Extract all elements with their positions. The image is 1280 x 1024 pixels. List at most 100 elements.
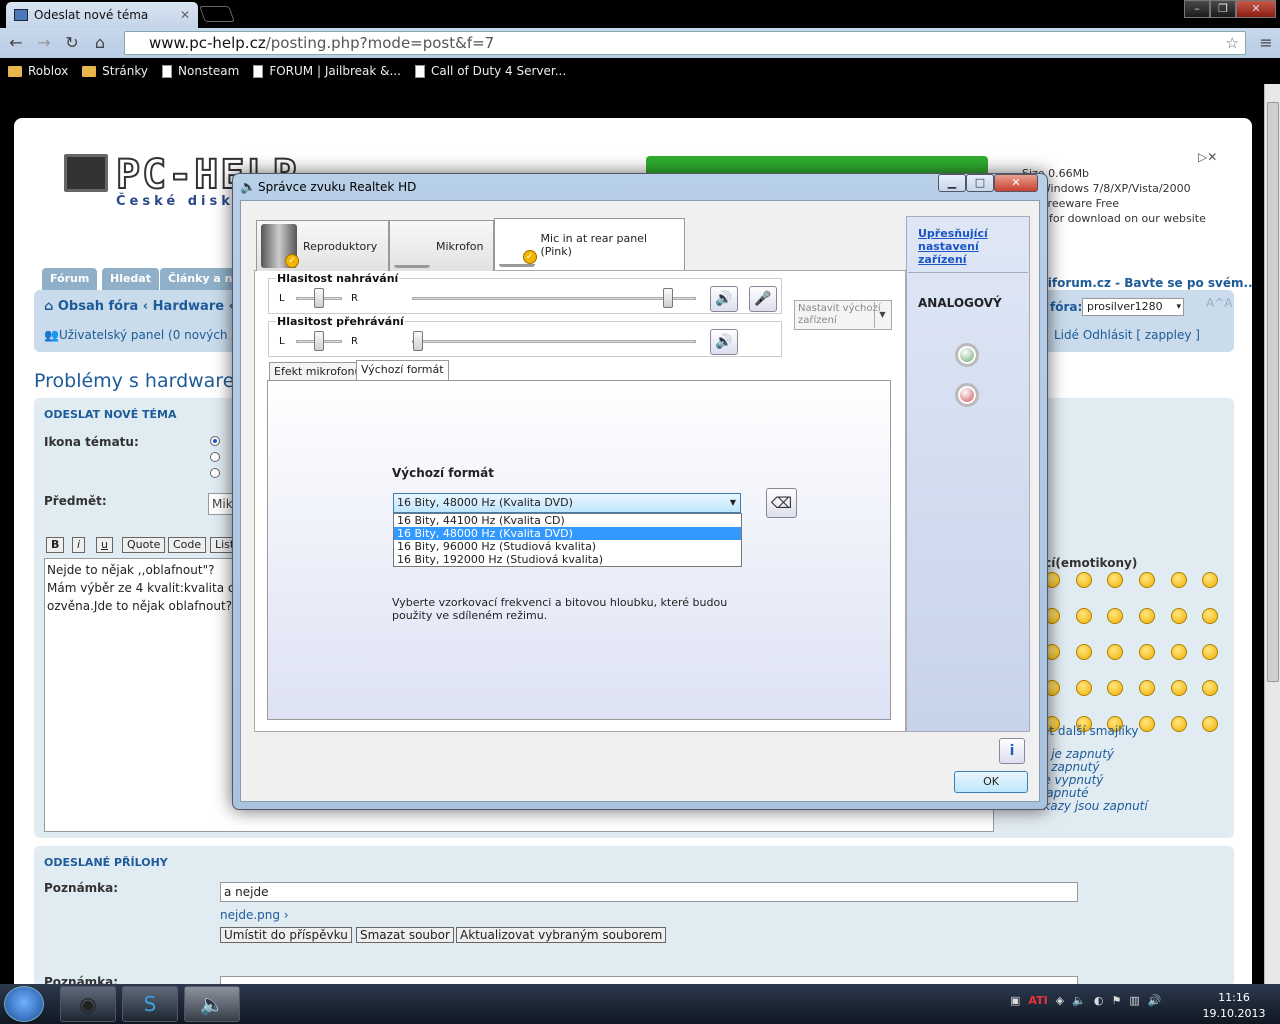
bookmark-cod4[interactable]: Call of Duty 4 Server... (414, 64, 566, 78)
pink-jack-icon[interactable] (955, 383, 979, 407)
topic-icon-radio[interactable] (210, 468, 220, 478)
recording-volume-slider[interactable] (663, 288, 673, 308)
smiley-icon[interactable] (1075, 608, 1092, 624)
underline-button[interactable]: u (96, 537, 113, 553)
smiley-icon[interactable] (1170, 680, 1187, 696)
mic-boost-icon[interactable]: 🎤 (749, 286, 777, 312)
skype-icon[interactable]: S (122, 986, 178, 1022)
format-option[interactable]: 16 Bity, 48000 Hz (Kvalita DVD) (394, 527, 741, 540)
italic-button[interactable]: i (72, 537, 86, 553)
bookmark-jailbreak[interactable]: FORUM | Jailbreak &... (253, 64, 401, 78)
tray-icon[interactable]: ◐ (1094, 994, 1104, 1007)
smiley-icon[interactable] (1202, 572, 1219, 588)
balance-slider[interactable] (314, 288, 324, 308)
set-default-device-dropdown[interactable]: Nastavit výchozí zařízení ▼ (794, 300, 892, 330)
bookmark-nonsteam[interactable]: Nonsteam (162, 64, 239, 78)
forward-icon[interactable]: → (34, 33, 54, 53)
note-input[interactable]: a nejde (220, 882, 1078, 902)
format-select[interactable]: 16 Bity, 48000 Hz (Kvalita DVD) ▼ (393, 493, 741, 513)
code-button[interactable]: Code (168, 537, 207, 553)
smiley-icon[interactable] (1202, 608, 1219, 624)
chrome-icon[interactable]: ◉ (60, 986, 116, 1022)
balance-slider[interactable] (314, 331, 324, 351)
smiley-icon[interactable] (1170, 644, 1187, 660)
breadcrumb[interactable]: ⌂ Obsah fóra ‹ Hardware ‹ P (44, 299, 248, 314)
scroll-thumb[interactable] (1267, 102, 1279, 682)
wrench-icon[interactable]: ≡ (1256, 33, 1276, 53)
flag-icon[interactable]: ⚑ (1111, 994, 1121, 1007)
bookmark-stranky[interactable]: Stránky (82, 64, 148, 78)
browser-tab[interactable]: Odeslat nové téma ✕ (6, 2, 198, 28)
smiley-icon[interactable] (1107, 608, 1124, 624)
tab-default-format[interactable]: Výchozí formát (356, 360, 449, 381)
smiley-icon[interactable] (1138, 572, 1155, 588)
topic-icon-radio[interactable] (210, 436, 220, 446)
ad-close-icon[interactable]: ▷✕ (1198, 150, 1228, 164)
place-inline-button[interactable]: Umístit do příspěvku (220, 927, 352, 943)
address-bar[interactable]: www.pc-help.cz/posting.php?mode=post&f=7… (124, 31, 1246, 55)
smiley-icon[interactable] (1107, 680, 1124, 696)
network-icon[interactable]: ▥ (1129, 994, 1139, 1007)
topic-icon-radio[interactable] (210, 452, 220, 462)
advanced-settings-link[interactable]: Upřesňující nastavení zařízení (918, 227, 1018, 266)
clock[interactable]: 11:16 19.10.2013 (1200, 990, 1268, 1022)
ati-icon[interactable]: ATI (1028, 994, 1047, 1007)
smiley-icon[interactable] (1107, 644, 1124, 660)
tray-icon[interactable]: ◈ (1056, 994, 1064, 1007)
smiley-icon[interactable] (1170, 608, 1187, 624)
new-tab-button[interactable] (199, 6, 235, 22)
page-title[interactable]: Problémy s hardwarem (34, 370, 253, 392)
smiley-icon[interactable] (1138, 644, 1155, 660)
speaker-icon[interactable]: 🔈 (1072, 994, 1086, 1007)
style-select[interactable]: prosilver1280 ▾ (1082, 298, 1184, 316)
tab-mic-effects[interactable]: Efekt mikrofonu (269, 362, 367, 381)
vertical-scrollbar[interactable] (1264, 84, 1280, 984)
font-size-icon[interactable]: A^A (1206, 296, 1232, 310)
smiley-icon[interactable] (1170, 716, 1187, 732)
smiley-icon[interactable] (1075, 680, 1092, 696)
star-icon[interactable]: ☆ (1226, 32, 1239, 54)
dialog-maximize-icon[interactable]: □ (966, 174, 994, 192)
smiley-icon[interactable] (1075, 572, 1092, 588)
smiley-icon[interactable] (1075, 644, 1092, 660)
eraser-icon[interactable]: ⌫ (766, 488, 797, 518)
nav-tab-search[interactable]: Hledat (102, 268, 159, 290)
format-option[interactable]: 16 Bity, 192000 Hz (Studiová kvalita) (394, 553, 741, 566)
attachment-link[interactable]: nejde.png › (220, 908, 289, 922)
update-file-button[interactable]: Aktualizovat vybraným souborem (456, 927, 667, 943)
smiley-icon[interactable] (1138, 608, 1155, 624)
smiley-icon[interactable] (1202, 716, 1219, 732)
playback-volume-slider[interactable] (413, 331, 423, 351)
quote-button[interactable]: Quote (122, 537, 166, 553)
smiley-icon[interactable] (1202, 680, 1219, 696)
tab-mic-rear-pink[interactable]: ✓ Mic in at rear panel (Pink) (494, 218, 685, 270)
close-window-icon[interactable]: ✕ (1236, 0, 1276, 18)
bold-button[interactable]: B (46, 537, 65, 553)
home-icon[interactable]: ⌂ (90, 33, 110, 53)
smiley-icon[interactable] (1138, 716, 1155, 732)
tray-icon[interactable]: ▣ (1010, 994, 1020, 1007)
nav-tab-forum[interactable]: Fórum (42, 268, 98, 290)
tab-microphone[interactable]: Mikrofon (389, 220, 494, 271)
dialog-minimize-icon[interactable]: ▁ (938, 174, 966, 192)
start-button[interactable] (4, 986, 44, 1022)
smiley-icon[interactable] (1170, 572, 1187, 588)
volume-icon[interactable]: 🔊 (710, 286, 738, 312)
smiley-icon[interactable] (1138, 680, 1155, 696)
volume-icon[interactable]: 🔊 (1148, 994, 1162, 1007)
user-panel-link[interactable]: 👥Uživatelský panel (0 nových z (44, 328, 238, 342)
tab-speakers[interactable]: ✓ Reproduktory (256, 220, 389, 271)
bookmark-roblox[interactable]: Roblox (8, 64, 68, 78)
close-tab-icon[interactable]: ✕ (180, 8, 190, 22)
minimize-icon[interactable]: – (1184, 0, 1210, 18)
dialog-close-icon[interactable]: ✕ (994, 174, 1038, 192)
right-user-links[interactable]: Lidé Odhlásit [ zappley ] (1054, 328, 1200, 342)
maximize-icon[interactable]: ❐ (1210, 0, 1236, 18)
delete-file-button[interactable]: Smazat soubor (356, 927, 454, 943)
ok-button[interactable]: OK (954, 771, 1028, 793)
info-icon[interactable]: i (999, 738, 1025, 764)
more-smilies-link[interactable]: it další smajlíky (1046, 724, 1138, 738)
back-icon[interactable]: ← (6, 33, 26, 53)
volume-icon[interactable]: 🔊 (710, 329, 738, 355)
format-option[interactable]: 16 Bity, 96000 Hz (Studiová kvalita) (394, 540, 741, 553)
